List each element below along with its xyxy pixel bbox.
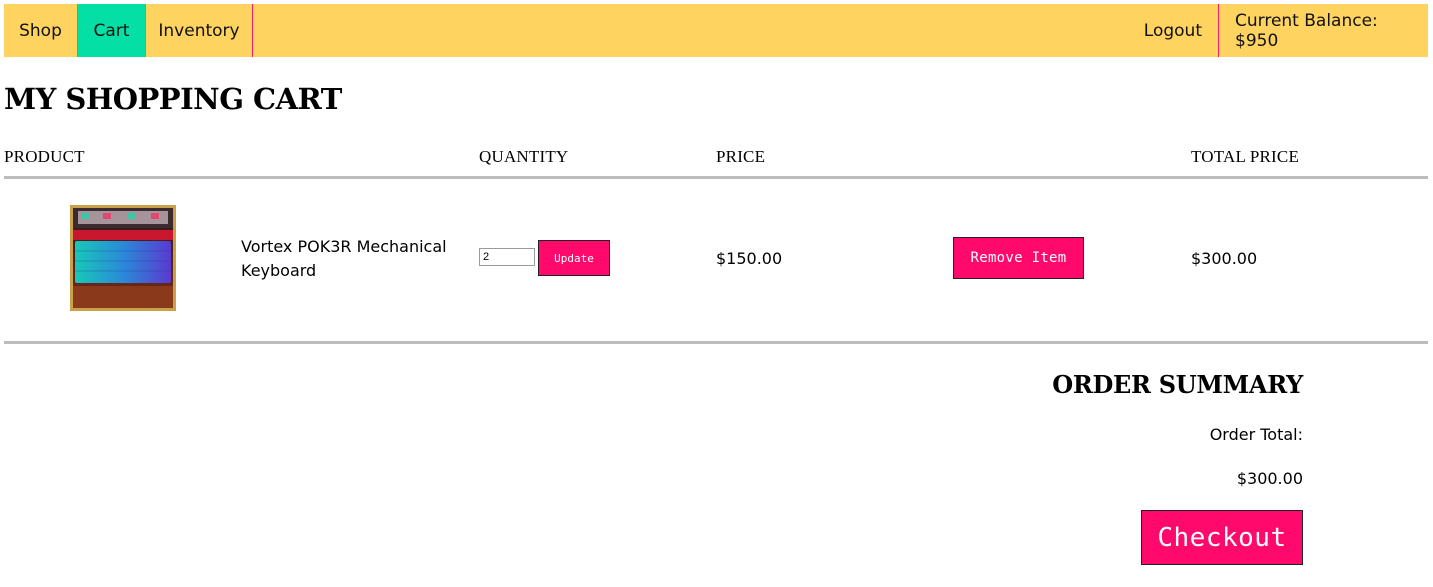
nav-left-group: Shop Cart Inventory (4, 4, 253, 57)
row-total-price: $300.00 (1191, 249, 1258, 268)
current-balance: Current Balance: $950 (1218, 4, 1428, 57)
remove-item-button[interactable]: Remove Item (953, 237, 1084, 279)
unit-price: $150.00 (716, 249, 783, 268)
table-divider-bottom (4, 341, 1428, 344)
cart-page: Shop Cart Inventory Logout Current Balan… (0, 0, 1433, 587)
column-header-product: PRODUCT (4, 147, 85, 166)
product-image (70, 205, 176, 311)
nav-logout-link[interactable]: Logout (1128, 4, 1218, 57)
quantity-input[interactable] (479, 248, 535, 266)
column-header-price: PRICE (716, 147, 766, 166)
order-total-value: $300.00 (1236, 469, 1303, 488)
product-name: Vortex POK3R Mechanical Keyboard (241, 237, 447, 280)
nav-right-group: Logout Current Balance: $950 (1128, 4, 1428, 57)
nav-cart-link[interactable]: Cart (77, 4, 146, 57)
column-header-total-price: TOTAL PRICE (1191, 147, 1300, 166)
order-summary-title: ORDER SUMMARY (1052, 370, 1303, 399)
keyboard-photo-icon (73, 208, 173, 308)
column-header-quantity: QUANTITY (479, 147, 569, 166)
page-title: MY SHOPPING CART (4, 82, 342, 116)
update-button[interactable]: Update (538, 240, 610, 276)
top-navbar: Shop Cart Inventory Logout Current Balan… (4, 4, 1428, 57)
table-divider-top (4, 176, 1428, 179)
order-total-label: Order Total: (1209, 425, 1303, 444)
nav-shop-link[interactable]: Shop (4, 4, 77, 57)
nav-inventory-link[interactable]: Inventory (146, 4, 253, 57)
checkout-button[interactable]: Checkout (1141, 510, 1303, 565)
